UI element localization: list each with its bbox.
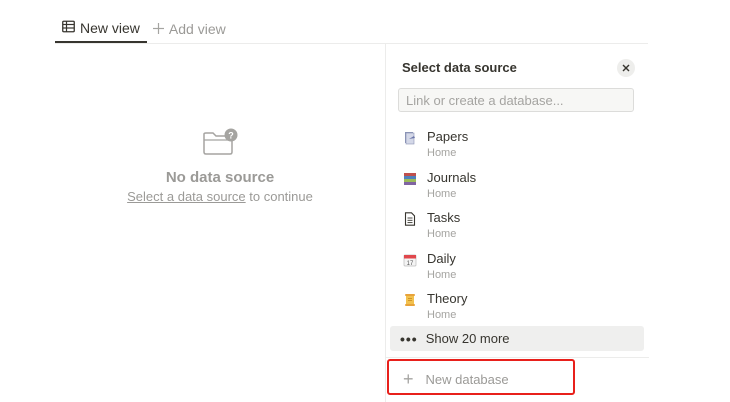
- add-view-label: Add view: [168, 21, 226, 37]
- list-item-name: Papers: [427, 129, 469, 144]
- paper-icon: [403, 131, 417, 145]
- list-item-parent: Home: [427, 268, 457, 281]
- list-item-parent: Home: [427, 147, 457, 159]
- svg-text:?: ?: [228, 131, 234, 141]
- select-data-source-link[interactable]: Select a data source: [127, 189, 246, 204]
- add-view-button[interactable]: Add view: [152, 15, 226, 43]
- page-icon: [403, 212, 417, 226]
- calendar-icon: 17: [403, 253, 417, 267]
- close-icon: [622, 59, 630, 77]
- show-more-button[interactable]: ••• Show 20 more: [390, 326, 644, 351]
- view-tabs: New view Add view: [55, 14, 226, 44]
- folder-question-icon: ?: [120, 128, 320, 161]
- close-button[interactable]: [617, 59, 635, 77]
- panel-title: Select data source: [402, 60, 517, 75]
- list-item-parent: Home: [427, 228, 457, 241]
- tab-new-view[interactable]: New view: [55, 15, 147, 43]
- plus-icon: [152, 21, 164, 37]
- plus-icon: +: [403, 369, 414, 389]
- table-icon: [62, 20, 75, 36]
- panel-divider: [386, 357, 649, 358]
- empty-state-title: No data source: [165, 169, 275, 186]
- list-item[interactable]: Tasks Home: [391, 207, 644, 248]
- empty-state: ? No data source Select a data source to…: [120, 128, 320, 205]
- scroll-icon: [403, 293, 417, 307]
- svg-text:17: 17: [407, 261, 414, 267]
- list-item[interactable]: Theory Home: [391, 288, 644, 329]
- list-item[interactable]: 17 Daily Home: [391, 248, 644, 289]
- list-item-parent: Home: [427, 309, 457, 322]
- new-database-label: New database: [425, 371, 509, 387]
- empty-state-subtitle: Select a data source to continue: [120, 189, 320, 205]
- list-item-parent: Home: [427, 187, 457, 200]
- list-item[interactable]: Journals Home: [391, 167, 644, 208]
- list-item-name: Tasks: [427, 210, 461, 226]
- list-item-name: Journals: [427, 169, 477, 185]
- list-item[interactable]: Papers Home: [391, 126, 644, 167]
- search-input[interactable]: [398, 88, 634, 112]
- show-more-label: Show 20 more: [425, 331, 510, 346]
- new-database-button[interactable]: + New database: [390, 362, 574, 396]
- list-item-name: Theory: [427, 291, 468, 307]
- data-source-list: Papers Home Journals Home Tasks Home 17 …: [391, 126, 644, 329]
- books-icon: [403, 172, 417, 186]
- select-data-source-panel: Select data source Papers Home Journals …: [385, 44, 649, 402]
- list-item-name: Daily: [427, 250, 456, 266]
- empty-state-suffix: to continue: [245, 189, 313, 204]
- tab-new-view-label: New view: [80, 20, 140, 36]
- more-icon: •••: [400, 330, 418, 347]
